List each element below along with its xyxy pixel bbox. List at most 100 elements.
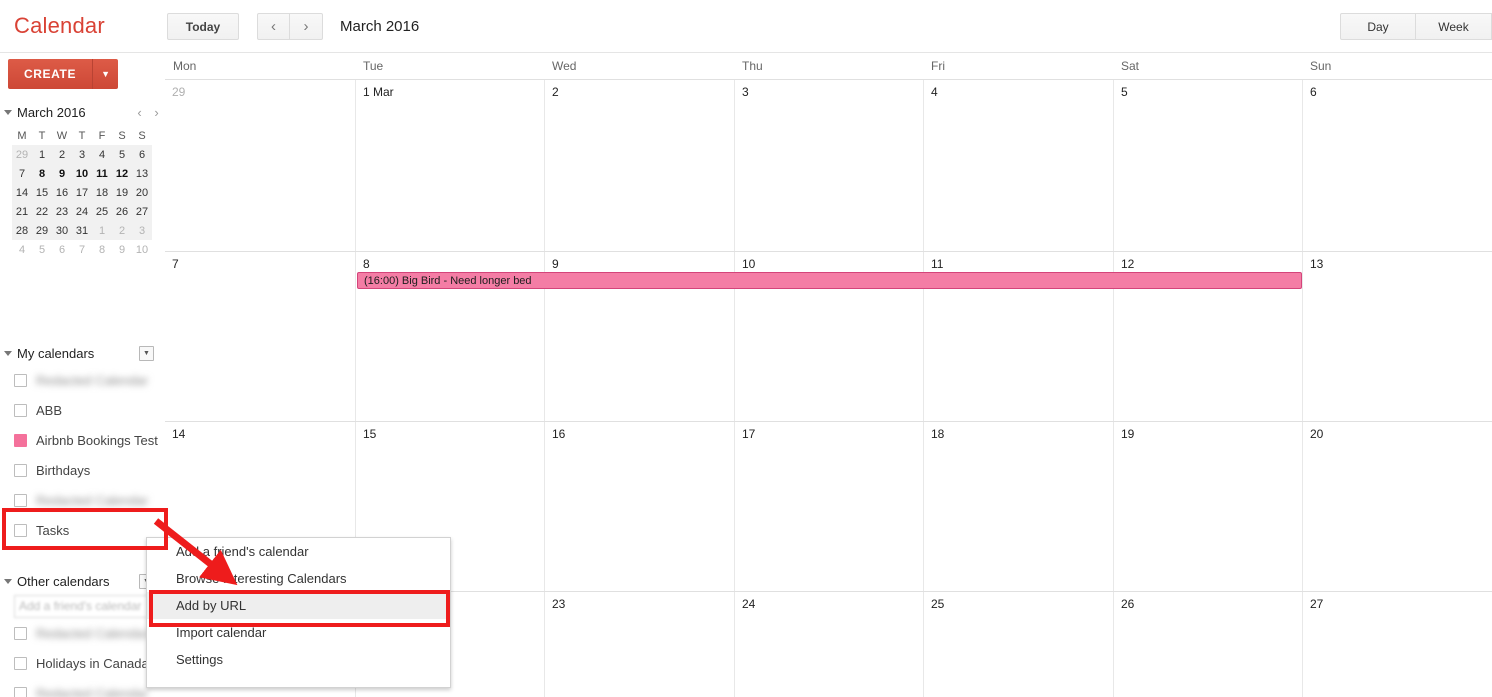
create-button[interactable]: CREATE: [8, 59, 93, 89]
other-calendar-item[interactable]: Holidays in Canada: [0, 648, 165, 678]
other-calendar-item[interactable]: Redacted Calendar: [0, 678, 165, 697]
my-calendar-item[interactable]: Birthdays: [0, 455, 165, 485]
mini-day-cell[interactable]: 31: [72, 221, 92, 240]
mini-day-cell[interactable]: 2: [112, 221, 132, 240]
menu-item-settings[interactable]: Settings: [147, 646, 450, 673]
day-cell[interactable]: 25: [923, 592, 1113, 697]
mini-day-cell[interactable]: 15: [32, 183, 52, 202]
add-friend-calendar-input[interactable]: Add a friend's calendar: [14, 595, 151, 618]
view-tab-week[interactable]: Week: [1416, 13, 1492, 40]
my-calendar-checkbox[interactable]: [14, 433, 27, 447]
menu-item-import-calendar[interactable]: Import calendar: [147, 619, 450, 646]
mini-day-cell[interactable]: 16: [52, 183, 72, 202]
mini-day-cell[interactable]: 26: [112, 202, 132, 221]
mini-day-cell[interactable]: 7: [72, 240, 92, 259]
mini-day-cell[interactable]: 8: [92, 240, 112, 259]
my-calendar-item[interactable]: ABB: [0, 395, 165, 425]
other-calendar-item[interactable]: Redacted Calendar: [0, 618, 165, 648]
mini-day-cell[interactable]: 11: [92, 164, 112, 183]
mini-day-cell[interactable]: 2: [52, 145, 72, 164]
day-cell[interactable]: 19: [1113, 422, 1302, 591]
mini-day-cell[interactable]: 29: [32, 221, 52, 240]
collapse-triangle-icon[interactable]: [4, 109, 12, 115]
mini-day-cell[interactable]: 8: [32, 164, 52, 183]
mini-day-cell[interactable]: 17: [72, 183, 92, 202]
mini-day-cell[interactable]: 21: [12, 202, 32, 221]
my-calendar-checkbox[interactable]: [14, 523, 27, 537]
today-button[interactable]: Today: [167, 13, 239, 40]
day-cell[interactable]: 7: [165, 252, 355, 421]
day-cell[interactable]: 6: [1302, 80, 1492, 251]
other-calendars-header[interactable]: Other calendars ▼: [0, 569, 165, 593]
mini-day-cell[interactable]: 7: [12, 164, 32, 183]
mini-day-cell[interactable]: 23: [52, 202, 72, 221]
mini-day-cell[interactable]: 4: [12, 240, 32, 259]
mini-day-cell[interactable]: 27: [132, 202, 152, 221]
day-cell[interactable]: 24: [734, 592, 923, 697]
view-tab-day[interactable]: Day: [1340, 13, 1416, 40]
mini-day-cell[interactable]: 24: [72, 202, 92, 221]
mini-day-cell[interactable]: 29: [12, 145, 32, 164]
menu-item-browse-interesting-calendars[interactable]: Browse Interesting Calendars: [147, 565, 450, 592]
collapse-triangle-icon[interactable]: [4, 578, 12, 584]
day-cell[interactable]: 13: [1302, 252, 1492, 421]
my-calendar-item[interactable]: Redacted Calendar: [0, 485, 165, 515]
mini-day-cell[interactable]: 19: [112, 183, 132, 202]
day-cell[interactable]: 4: [923, 80, 1113, 251]
mini-day-cell[interactable]: 22: [32, 202, 52, 221]
day-cell[interactable]: 16: [544, 422, 734, 591]
day-cell[interactable]: 20: [1302, 422, 1492, 591]
day-cell[interactable]: 27: [1302, 592, 1492, 697]
create-dropdown-caret-icon[interactable]: ▼: [92, 59, 119, 89]
mini-day-cell[interactable]: 20: [132, 183, 152, 202]
other-calendar-checkbox[interactable]: [14, 686, 27, 697]
menu-item-add-by-url[interactable]: Add by URL: [147, 592, 450, 619]
mini-day-cell[interactable]: 14: [12, 183, 32, 202]
other-calendar-checkbox[interactable]: [14, 626, 27, 640]
mini-day-cell[interactable]: 25: [92, 202, 112, 221]
mini-day-cell[interactable]: 12: [112, 164, 132, 183]
mini-day-cell[interactable]: 4: [92, 145, 112, 164]
mini-day-cell[interactable]: 6: [52, 240, 72, 259]
day-cell[interactable]: 1 Mar: [355, 80, 544, 251]
my-calendar-checkbox[interactable]: [14, 493, 27, 507]
mini-prev-month-icon[interactable]: ‹: [131, 105, 148, 120]
mini-day-cell[interactable]: 9: [52, 164, 72, 183]
my-calendar-checkbox[interactable]: [14, 373, 27, 387]
day-cell[interactable]: 2: [544, 80, 734, 251]
collapse-triangle-icon[interactable]: [4, 350, 12, 356]
mini-day-cell[interactable]: 9: [112, 240, 132, 259]
day-cell[interactable]: 3: [734, 80, 923, 251]
calendar-event[interactable]: (16:00) Big Bird - Need longer bed: [357, 272, 1302, 289]
mini-day-cell[interactable]: 10: [72, 164, 92, 183]
mini-day-cell[interactable]: 18: [92, 183, 112, 202]
mini-day-cell[interactable]: 5: [112, 145, 132, 164]
mini-day-cell[interactable]: 5: [32, 240, 52, 259]
my-calendar-item[interactable]: Tasks: [0, 515, 165, 545]
my-calendar-item[interactable]: Airbnb Bookings Test: [0, 425, 165, 455]
mini-day-cell[interactable]: 6: [132, 145, 152, 164]
day-cell[interactable]: 17: [734, 422, 923, 591]
mini-day-cell[interactable]: 3: [72, 145, 92, 164]
next-period-icon[interactable]: ›: [290, 13, 323, 40]
mini-day-cell[interactable]: 1: [32, 145, 52, 164]
mini-day-cell[interactable]: 10: [132, 240, 152, 259]
day-cell[interactable]: 26: [1113, 592, 1302, 697]
menu-item-add-a-friend-s-calendar[interactable]: Add a friend's calendar: [147, 538, 450, 565]
day-cell[interactable]: 5: [1113, 80, 1302, 251]
prev-period-icon[interactable]: ‹: [257, 13, 290, 40]
day-cell[interactable]: 18: [923, 422, 1113, 591]
mini-day-cell[interactable]: 13: [132, 164, 152, 183]
my-calendar-checkbox[interactable]: [14, 403, 27, 417]
mini-day-cell[interactable]: 28: [12, 221, 32, 240]
other-calendar-checkbox[interactable]: [14, 656, 27, 670]
mini-day-cell[interactable]: 1: [92, 221, 112, 240]
mini-day-cell[interactable]: 3: [132, 221, 152, 240]
mini-next-month-icon[interactable]: ›: [148, 105, 165, 120]
day-cell[interactable]: 23: [544, 592, 734, 697]
my-calendar-checkbox[interactable]: [14, 463, 27, 477]
my-calendars-options-button[interactable]: ▼: [139, 345, 154, 361]
mini-day-cell[interactable]: 30: [52, 221, 72, 240]
day-cell[interactable]: 29: [165, 80, 355, 251]
my-calendar-item[interactable]: Redacted Calendar: [0, 365, 165, 395]
